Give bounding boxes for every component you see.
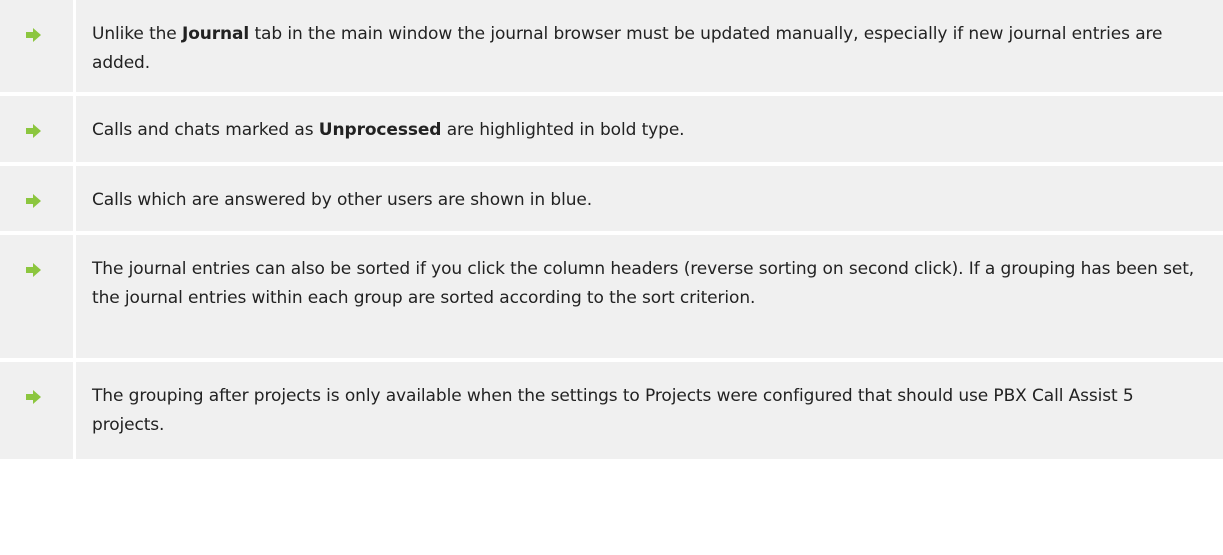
arrow-right-icon <box>26 28 41 42</box>
note-text-post: tab in the main window the journal brows… <box>92 24 1163 73</box>
note-icon-cell <box>0 96 76 162</box>
arrow-right-icon <box>26 124 41 138</box>
note-icon-cell <box>0 166 76 231</box>
note-row: Unlike the Journal tab in the main windo… <box>0 0 1223 96</box>
note-text: Calls which are answered by other users … <box>92 190 593 210</box>
note-text-bold: Journal <box>181 24 250 44</box>
arrow-right-icon <box>26 390 41 404</box>
note-text: Unlike the Journal tab in the main windo… <box>76 0 1223 92</box>
note-row: The grouping after projects is only avai… <box>0 362 1223 459</box>
note-icon-cell <box>0 362 76 459</box>
note-text-pre: Calls and chats marked as <box>92 120 319 140</box>
note-row: Calls which are answered by other users … <box>0 166 1223 235</box>
note-icon-cell <box>0 235 76 358</box>
arrow-right-icon <box>26 263 41 277</box>
notes-list: Unlike the Journal tab in the main windo… <box>0 0 1223 459</box>
note-text-post: are highlighted in bold type. <box>441 120 685 140</box>
note-text-pre: Unlike the <box>92 24 182 44</box>
note-text-bold: Unprocessed <box>318 120 442 140</box>
note-icon-cell <box>0 0 76 92</box>
note-text: The grouping after projects is only avai… <box>92 386 1134 435</box>
note-row: The journal entries can also be sorted i… <box>0 235 1223 362</box>
note-row: Calls and chats marked as Unprocessed ar… <box>0 96 1223 166</box>
note-text: The journal entries can also be sorted i… <box>92 259 1195 308</box>
arrow-right-icon <box>26 194 41 208</box>
note-text: Calls and chats marked as Unprocessed ar… <box>76 96 1223 162</box>
